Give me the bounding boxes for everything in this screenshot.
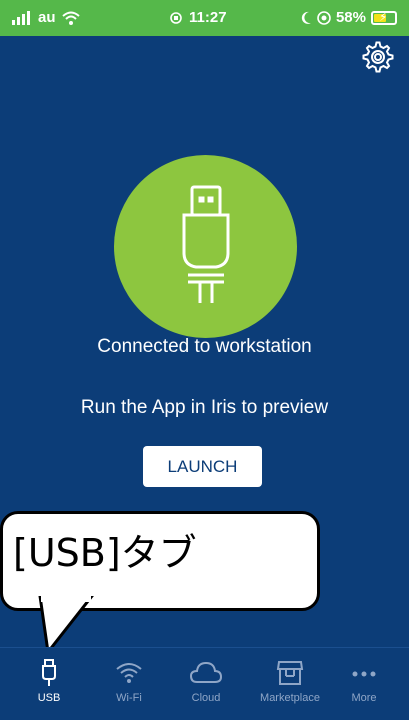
launch-button[interactable]: LAUNCH — [143, 446, 262, 487]
status-center: 11:27 — [168, 9, 227, 26]
cloud-icon — [189, 661, 223, 683]
tab-marketplace[interactable]: Marketplace — [249, 658, 331, 716]
tab-usb-label: USB — [37, 692, 61, 704]
preview-hint-text: Run the App in Iris to preview — [80, 397, 329, 418]
battery-percent: 58% — [335, 9, 366, 26]
connection-status-text: Connected to workstation — [97, 336, 312, 357]
status-right: 58% ⚡ — [300, 9, 397, 26]
usb-connection-graphic — [114, 155, 297, 338]
tab-usb[interactable]: USB — [8, 658, 90, 716]
usb-icon — [42, 659, 56, 686]
clock: 11:27 — [189, 9, 227, 26]
settings-button[interactable] — [361, 40, 395, 74]
bottom-tab-bar: USB Wi-Fi Cloud Marketplace More — [0, 647, 409, 720]
tab-marketplace-label: Marketplace — [260, 692, 320, 704]
usb-plug-icon — [182, 185, 230, 303]
tab-more[interactable]: More — [323, 658, 405, 716]
wifi-icon — [116, 663, 142, 683]
tab-cloud[interactable]: Cloud — [165, 658, 247, 716]
gear-icon — [362, 41, 394, 73]
status-left: au — [12, 9, 80, 26]
tab-wifi-label: Wi-Fi — [116, 692, 142, 704]
callout-text: [USB]タブ — [13, 531, 197, 575]
signal-icon — [12, 10, 30, 25]
tab-wifi[interactable]: Wi-Fi — [88, 658, 170, 716]
carrier-label: au — [38, 9, 56, 26]
location-icon — [317, 10, 331, 25]
more-icon — [352, 671, 376, 677]
tab-cloud-label: Cloud — [191, 692, 221, 704]
orientation-lock-icon — [170, 11, 182, 24]
status-bar: au 11:27 58% ⚡ — [0, 0, 409, 36]
tab-more-label: More — [351, 692, 377, 704]
moon-icon — [301, 11, 311, 24]
battery-icon: ⚡ — [371, 10, 397, 25]
wifi-status-icon — [61, 11, 80, 25]
storefront-icon — [276, 661, 304, 685]
